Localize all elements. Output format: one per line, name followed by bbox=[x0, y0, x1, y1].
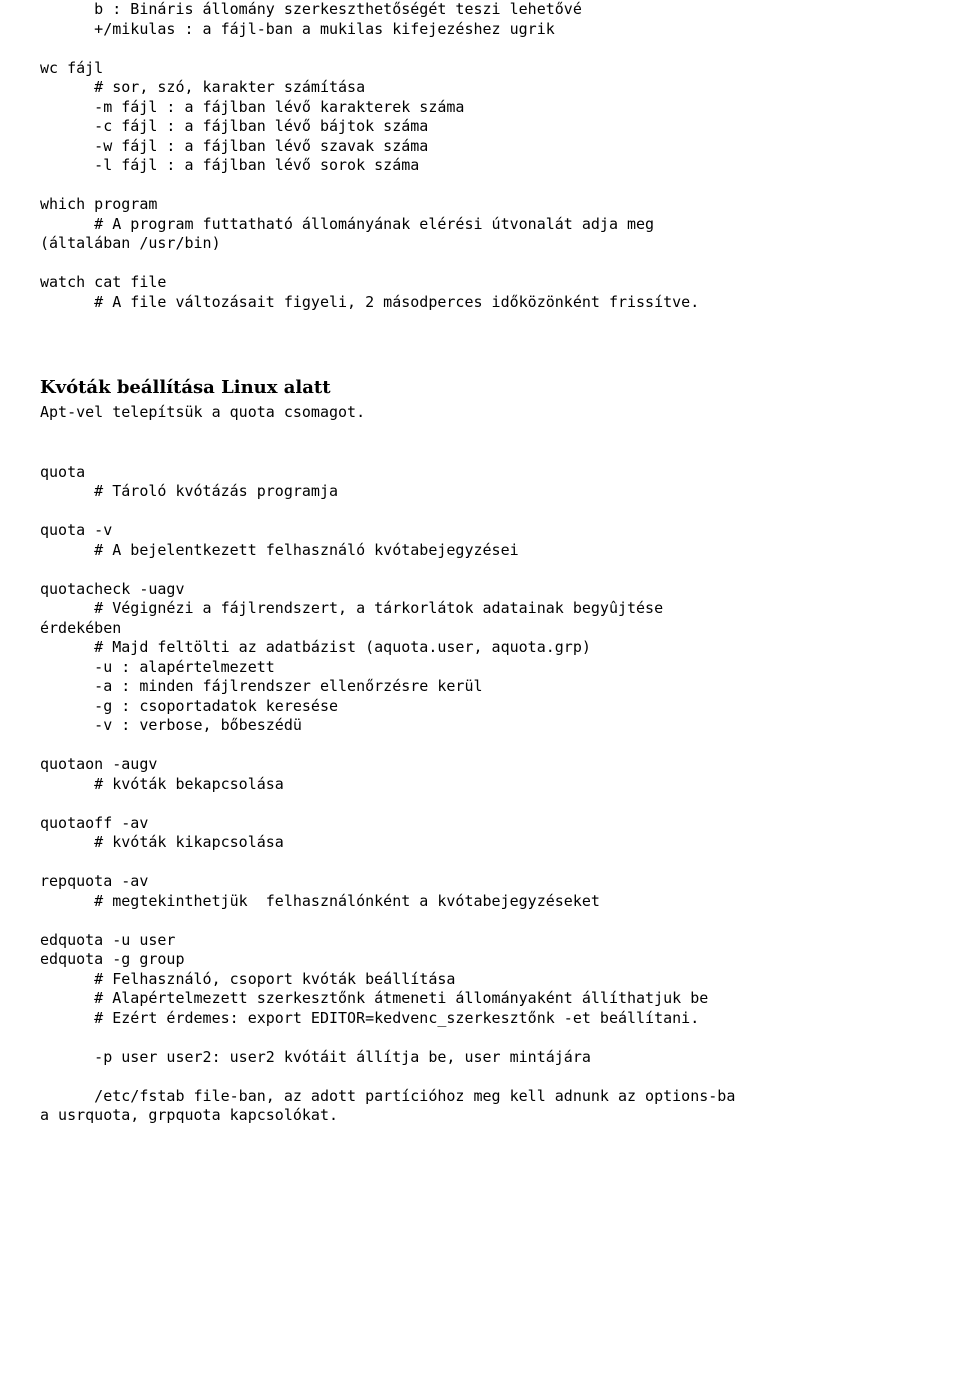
document-page: b : Bináris állomány szerkeszthetőségét … bbox=[0, 0, 960, 1166]
code-block-2: quota # Tároló kvótázás programja quota … bbox=[40, 463, 920, 1126]
section-heading-quota: Kvóták beállítása Linux alatt bbox=[40, 376, 920, 399]
spacer bbox=[40, 423, 920, 463]
code-block-1: b : Bináris állomány szerkeszthetőségét … bbox=[40, 0, 920, 312]
text-apt-install: Apt-vel telepítsük a quota csomagot. bbox=[40, 403, 920, 423]
